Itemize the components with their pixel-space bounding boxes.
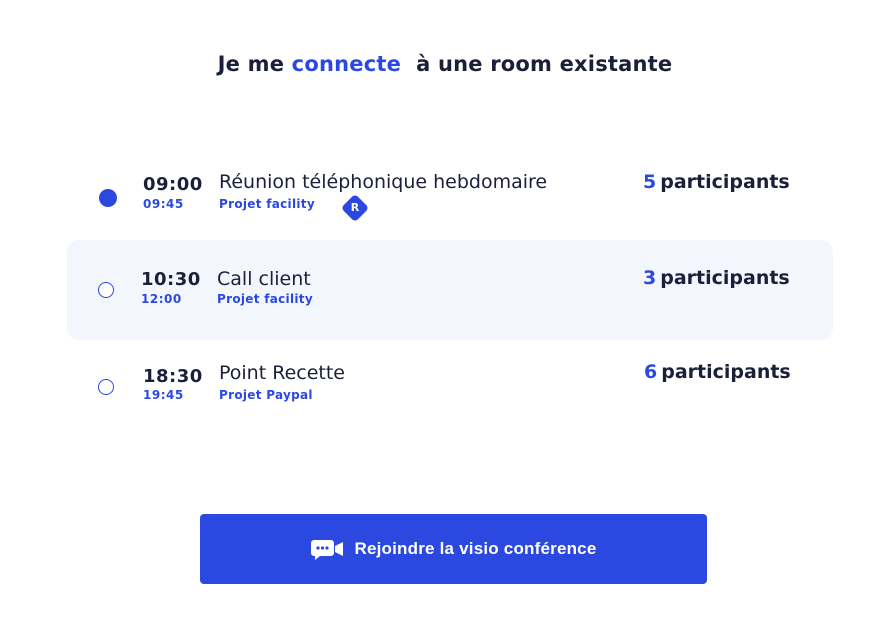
room-radio-2[interactable] — [98, 282, 114, 298]
avatar: R — [340, 193, 370, 223]
room-participants: 5 participants — [643, 171, 790, 193]
room-start-time: 10:30 — [141, 269, 201, 290]
room-end-time: 09:45 — [143, 197, 184, 211]
room-radio-3[interactable] — [98, 379, 114, 395]
title-part-2: à une room existante — [416, 52, 673, 76]
title-part-1: Je me — [217, 52, 285, 76]
room-end-time: 12:00 — [141, 292, 182, 306]
room-item-3[interactable]: 18:30 19:45 Point Recette Projet Paypal … — [67, 336, 833, 436]
join-button-label: Rejoindre la visio conférence — [354, 539, 597, 558]
participants-label: participants — [661, 361, 791, 383]
room-item-2[interactable]: 10:30 12:00 Call client Projet facility … — [67, 240, 833, 340]
room-name: Réunion téléphonique hebdomaire — [219, 171, 548, 193]
page-title: Je me connecte à une room existante — [0, 52, 883, 76]
participants-count: 6 — [644, 361, 658, 383]
room-radio-1[interactable] — [99, 189, 117, 207]
room-project: Projet facility — [217, 292, 313, 306]
room-participants: 3 participants — [643, 267, 790, 289]
avatar-initial: R — [350, 201, 360, 214]
room-project: Projet Paypal — [219, 388, 313, 402]
join-video-conference-button[interactable]: Rejoindre la visio conférence — [200, 514, 707, 584]
room-start-time: 09:00 — [143, 174, 203, 195]
room-name: Call client — [217, 268, 311, 290]
participants-label: participants — [660, 171, 790, 193]
room-participants: 6 participants — [644, 361, 791, 383]
room-item-1[interactable]: 09:00 09:45 Réunion téléphonique hebdoma… — [67, 148, 833, 248]
video-chat-icon — [310, 537, 345, 561]
room-project: Projet facility — [219, 197, 315, 211]
title-accent: connecte — [291, 52, 402, 76]
room-end-time: 19:45 — [143, 388, 184, 402]
room-start-time: 18:30 — [143, 366, 203, 387]
participants-count: 5 — [643, 171, 657, 193]
participants-count: 3 — [643, 267, 657, 289]
participants-label: participants — [660, 267, 790, 289]
room-name: Point Recette — [219, 362, 345, 384]
